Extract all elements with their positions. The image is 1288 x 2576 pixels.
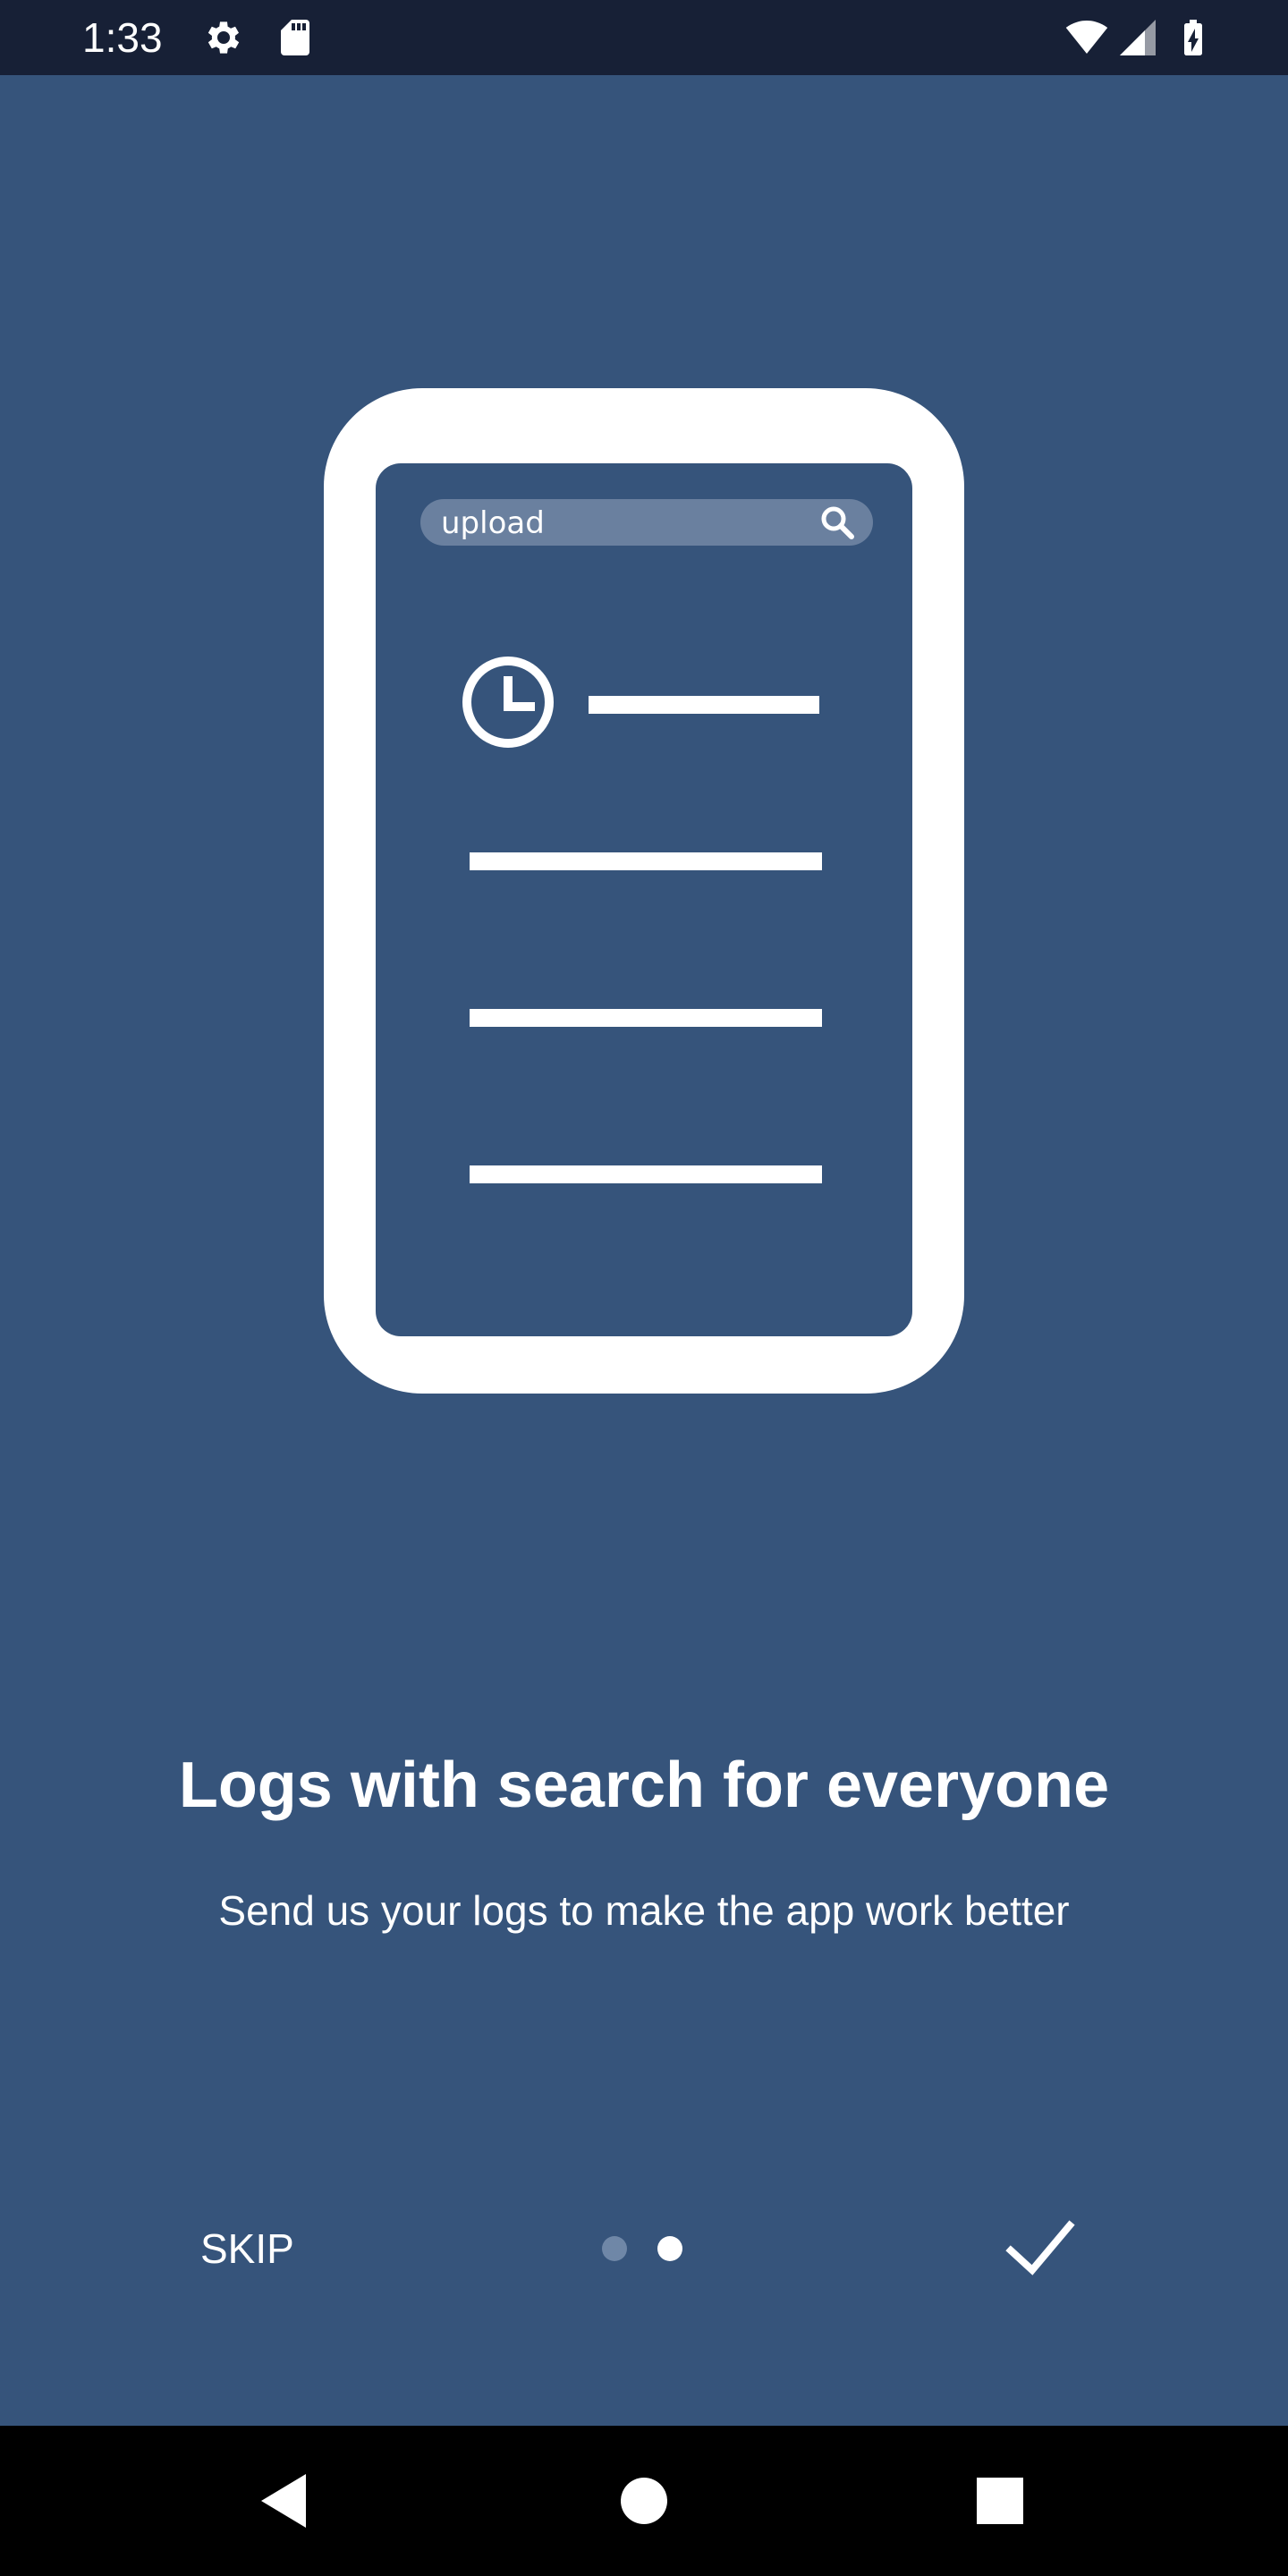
back-button[interactable] [250,2465,322,2537]
home-circle-icon [621,2478,667,2524]
log-line [589,696,819,714]
check-icon [1005,2220,1075,2275]
cell-signal-icon [1120,20,1156,55]
phone-screen [376,463,912,1336]
log-line [470,852,822,870]
status-bar: 1:33 [0,0,1288,75]
back-triangle-icon [261,2474,306,2528]
search-pill: upload [420,499,873,546]
home-button[interactable] [608,2465,680,2537]
battery-charging-icon [1184,20,1202,55]
recents-button[interactable] [964,2465,1036,2537]
phone-logs-illustration: upload [324,388,964,1394]
done-check-button[interactable] [1000,2215,1080,2283]
onboarding-title: Logs with search for everyone [178,1750,1110,1821]
skip-button[interactable]: SKIP [179,2216,322,2281]
settings-gear-icon [208,21,240,54]
sd-card-icon [281,20,309,55]
page-dot-inactive [602,2236,627,2261]
page-indicator [590,2233,698,2265]
onboarding-subtitle: Send us your logs to make the app work b… [218,1887,1070,1934]
log-line [470,1009,822,1027]
log-line [470,1165,822,1183]
wifi-icon [1065,21,1108,54]
page-dot-active [657,2236,682,2261]
search-text: upload [441,505,545,541]
status-time: 1:33 [82,14,163,61]
recents-square-icon [977,2478,1023,2524]
navigation-bar [0,2426,1288,2576]
